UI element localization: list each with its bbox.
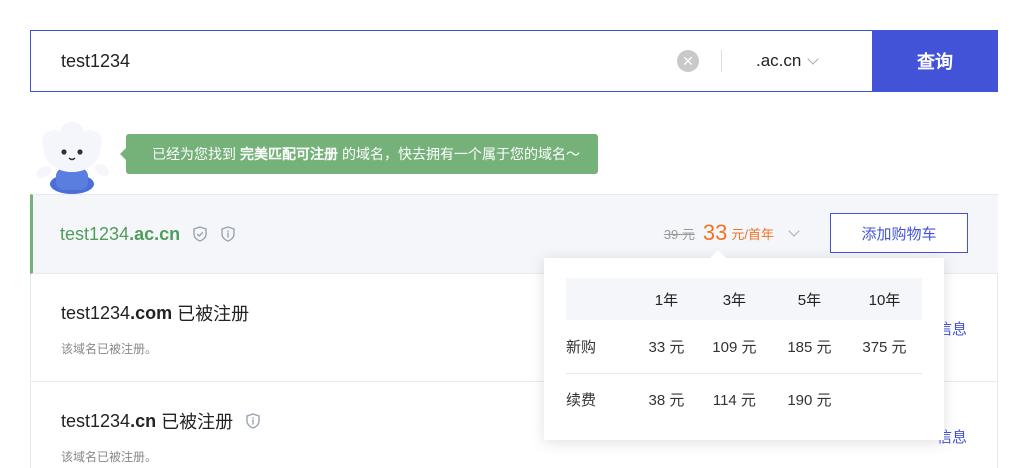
cloud-mascot-illustration: [32, 122, 114, 194]
available-domain-name: test1234.ac.cn: [60, 223, 181, 244]
row-label: 续费: [566, 392, 597, 410]
price-cell: 185 元: [771, 320, 847, 374]
shield-check-icon: [192, 226, 208, 242]
chevron-down-icon[interactable]: [788, 225, 800, 237]
search-button[interactable]: 查询: [872, 30, 998, 92]
price-cell: [847, 373, 922, 426]
period-header: 1年: [636, 278, 697, 320]
suffix-select-value: .ac.cn: [756, 51, 802, 70]
tip-highlight: 完美匹配可注册: [240, 146, 338, 162]
discount-price: 33: [702, 220, 728, 245]
tip-suffix: 的域名，快去拥有一个属于您的域名～: [342, 146, 580, 162]
row-label: 新购: [566, 320, 636, 374]
price-cell: 375 元: [846, 320, 922, 374]
registered-note: 该域名已被注册。: [61, 450, 158, 464]
price-cell: 114 元: [712, 392, 756, 410]
original-price: 39 元: [663, 226, 695, 242]
price-cell: 38 元: [648, 392, 685, 410]
price-row-renew: 续费 38 元 114 元 190 元: [566, 373, 922, 426]
period-header: 3年: [696, 278, 772, 320]
chevron-down-icon: [807, 53, 820, 65]
divider: [721, 50, 722, 72]
price-table-header: 1年 3年 5年 10年: [566, 278, 922, 320]
price-unit: 元/首年: [731, 226, 774, 242]
price-cell: 190 元: [787, 392, 832, 410]
shield-info-icon: [220, 226, 236, 242]
domain-search-input[interactable]: [31, 31, 677, 91]
period-header: 10年: [846, 278, 922, 320]
search-bar: ✕ .ac.cn 查询: [30, 30, 998, 92]
clear-icon[interactable]: ✕: [677, 50, 699, 72]
price-cell: 109 元: [696, 320, 772, 374]
price-table: 1年 3年 5年 10年 新购 33 元 109 元 185 元 375 元 续…: [566, 278, 922, 426]
tip-prefix: 已经为您找到: [152, 146, 236, 162]
price-area: 39 元 33 元/首年 添加购物车: [664, 213, 968, 253]
price-row-new: 新购 33 元 109 元 185 元 375 元: [566, 320, 922, 374]
add-to-cart-button[interactable]: 添加购物车: [830, 213, 968, 253]
shield-info-icon: [245, 413, 261, 429]
search-box: ✕ .ac.cn: [30, 30, 872, 92]
period-header: 5年: [771, 278, 847, 320]
match-found-tip: 已经为您找到 完美匹配可注册 的域名，快去拥有一个属于您的域名～: [120, 134, 598, 174]
price-detail-popover: 1年 3年 5年 10年 新购 33 元 109 元 185 元 375 元 续…: [544, 250, 944, 440]
suffix-select[interactable]: .ac.cn: [756, 51, 872, 71]
price-cell: 33 元: [636, 320, 697, 374]
